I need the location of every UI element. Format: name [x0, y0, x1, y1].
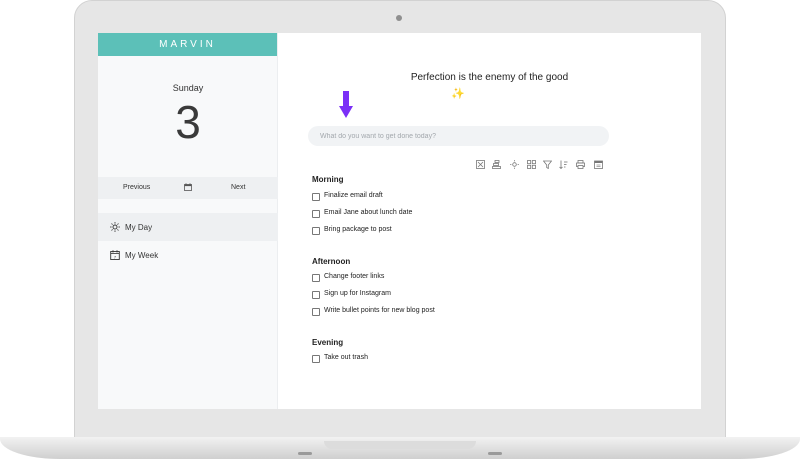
task-label: Write bullet points for new blog post: [324, 307, 435, 314]
svg-text:7: 7: [114, 255, 117, 260]
weekday-label: Sunday: [172, 83, 204, 93]
sidebar-item-my-week[interactable]: 7 My Week: [98, 241, 278, 269]
task-label: Sign up for Instagram: [324, 290, 391, 297]
calendar-icon[interactable]: [594, 160, 603, 169]
print-icon[interactable]: [576, 160, 585, 169]
task-checkbox[interactable]: [312, 210, 320, 218]
task-checkbox[interactable]: [312, 227, 320, 235]
task-checkbox[interactable]: [312, 355, 320, 363]
laptop-foot-left: [298, 452, 312, 455]
filter-icon[interactable]: [543, 160, 552, 169]
task-label: Bring package to post: [324, 226, 392, 233]
expand-icon[interactable]: [476, 160, 485, 169]
task-input[interactable]: [308, 126, 609, 146]
grid-icon[interactable]: [527, 160, 536, 169]
laptop-foot-right: [488, 452, 502, 455]
calendar-icon[interactable]: [184, 183, 192, 191]
task-checkbox[interactable]: [312, 291, 320, 299]
task-label: Change footer links: [324, 273, 385, 280]
laptop-notch: [324, 441, 476, 449]
daily-quote: Perfection is the enemy of the good: [410, 72, 569, 83]
sidebar-item-label: My Day: [125, 223, 153, 232]
webcam: [396, 15, 402, 21]
sun-icon: [110, 222, 120, 232]
section-title-evening: Evening: [312, 338, 344, 347]
app-logo: MARVIN: [98, 33, 277, 56]
task-checkbox[interactable]: [312, 308, 320, 316]
calendar-icon: 7: [110, 250, 120, 260]
app-screen: MARVIN Sunday 3 Previous Next My Day 7 M…: [98, 33, 701, 409]
sidebar-item-my-day[interactable]: My Day: [98, 213, 278, 241]
task-label: Email Jane about lunch date: [324, 209, 413, 216]
section-title-afternoon: Afternoon: [312, 257, 351, 266]
stack-icon[interactable]: [492, 160, 501, 169]
previous-day-button[interactable]: Previous: [123, 184, 150, 191]
sidebar-item-label: My Week: [125, 251, 159, 260]
task-checkbox[interactable]: [312, 193, 320, 201]
task-label: Finalize email draft: [324, 192, 383, 199]
arrow-down-icon: [339, 91, 353, 118]
task-checkbox[interactable]: [312, 274, 320, 282]
date-nav: Previous Next: [98, 177, 278, 199]
sun-icon[interactable]: [510, 160, 519, 169]
task-label: Take out trash: [324, 354, 368, 361]
sidebar: MARVIN Sunday 3 Previous Next My Day 7 M…: [98, 33, 278, 409]
section-title-morning: Morning: [312, 175, 344, 184]
sparkles-icon: ✨: [451, 88, 465, 100]
sort-icon[interactable]: [559, 160, 568, 169]
next-day-button[interactable]: Next: [231, 184, 245, 191]
day-number: 3: [175, 96, 201, 148]
